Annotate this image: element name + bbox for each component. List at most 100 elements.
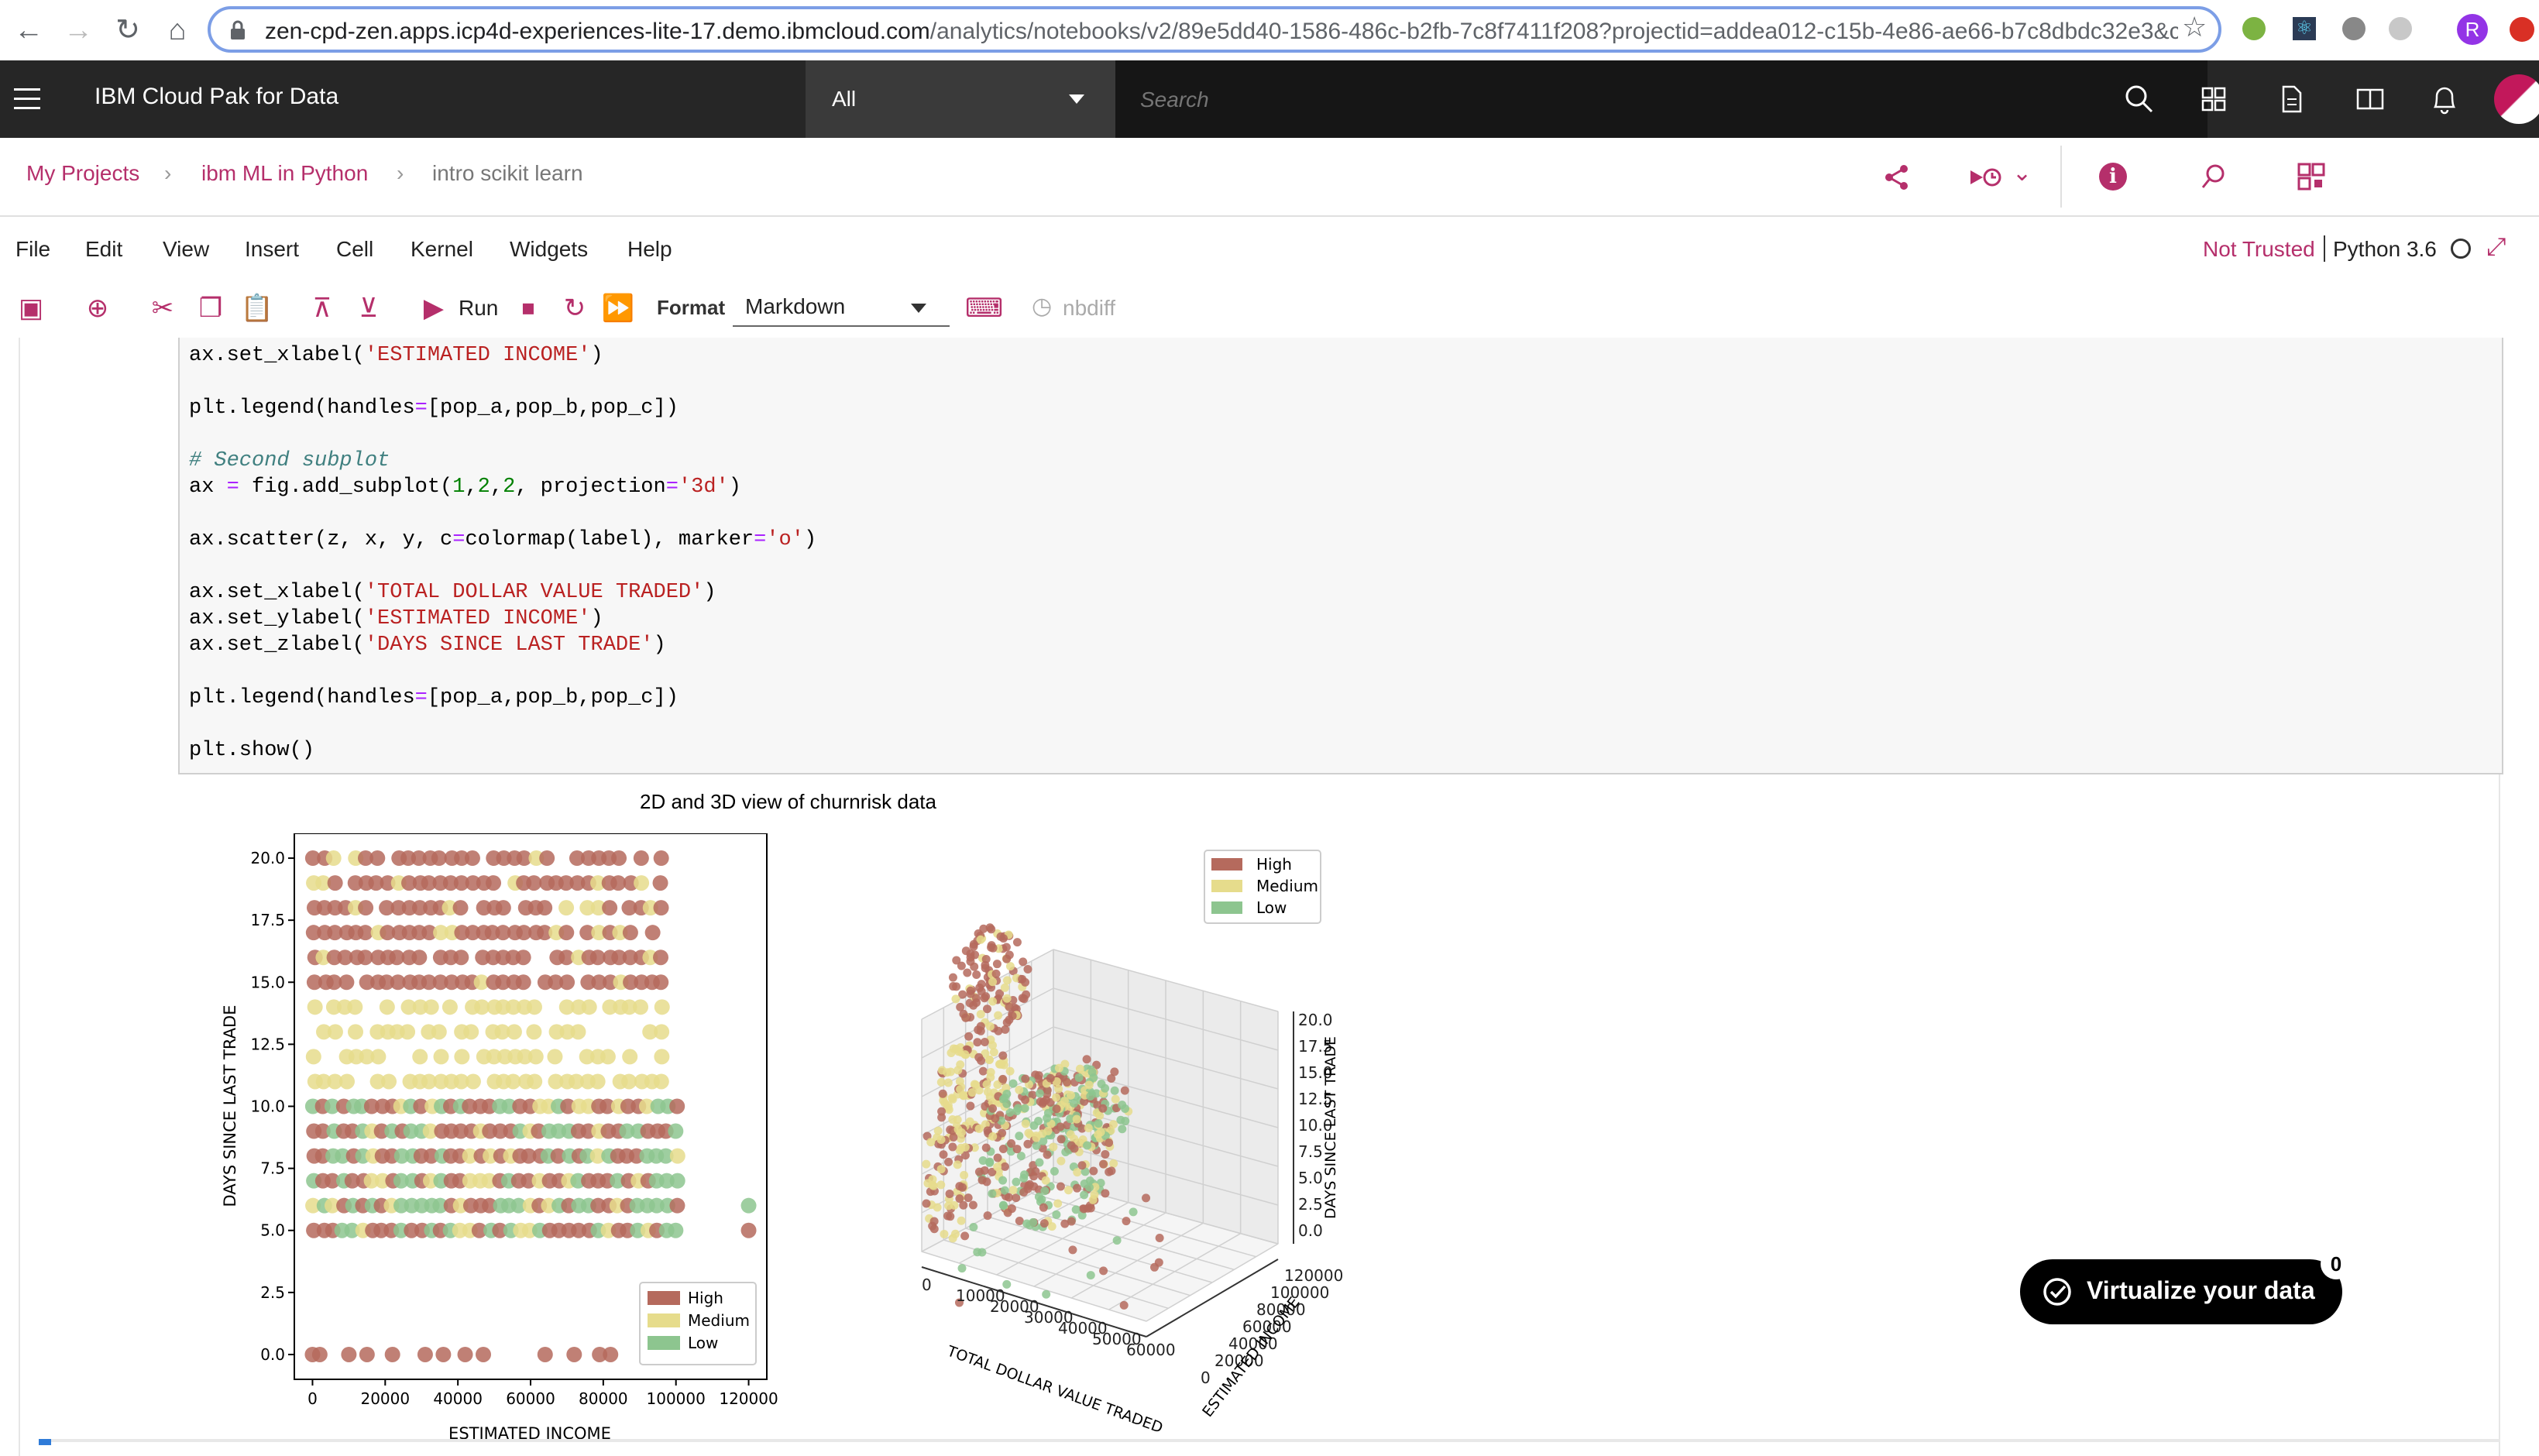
info-icon[interactable]: i <box>2099 163 2127 191</box>
code-line: ax = fig.add_subplot(1,2,2, projection='… <box>189 476 741 499</box>
notebook-menubar: File Edit View Insert Cell Kernel Widget… <box>0 217 2539 276</box>
accessibility-icon[interactable] <box>2342 17 2365 40</box>
menu-kernel[interactable]: Kernel <box>411 237 473 262</box>
divider <box>2060 146 2062 208</box>
code-line: ax.set_xlabel('TOTAL DOLLAR VALUE TRADED… <box>189 581 716 604</box>
search-input[interactable] <box>1139 84 2071 116</box>
scatter-point <box>1129 1207 1138 1217</box>
y-tick-label: 0.0 <box>260 1345 285 1364</box>
document-icon[interactable] <box>2276 84 2307 115</box>
breadcrumb-item-my-projects[interactable]: My Projects <box>26 161 139 186</box>
address-bar[interactable]: zen-cpd-zen.apps.icp4d-experiences-lite-… <box>208 6 2221 53</box>
search-icon[interactable] <box>2122 82 2156 116</box>
chevron-down-icon[interactable]: ⌄ <box>2012 160 2032 187</box>
nbdiff-button[interactable]: nbdiff <box>1063 296 1115 321</box>
scatter-point <box>963 968 972 977</box>
scatter-point <box>547 1049 563 1065</box>
restart-icon[interactable]: ↻ <box>558 291 592 325</box>
scatter-point <box>526 1024 542 1040</box>
scatter-point <box>939 1150 948 1159</box>
stop-icon[interactable]: ⏹ <box>511 291 545 325</box>
menu-file[interactable]: File <box>15 237 50 262</box>
virtualize-data-button[interactable]: Virtualize your data <box>2020 1259 2342 1324</box>
scatter-point <box>589 1073 606 1090</box>
cut-icon[interactable]: ✂ <box>146 291 180 325</box>
scatter-point <box>972 970 981 979</box>
catalog-icon[interactable] <box>2198 84 2229 115</box>
scatter-point <box>1112 1236 1122 1245</box>
scatter-point <box>1084 1123 1093 1132</box>
scatter-point <box>379 999 395 1015</box>
extension-icon[interactable] <box>2389 17 2412 40</box>
scatter-point <box>957 1216 966 1225</box>
code-line: plt.legend(handles=[pop_a,pop_b,pop_c]) <box>189 397 679 420</box>
notification-icon[interactable] <box>2429 82 2460 116</box>
scatter-point <box>1122 1217 1131 1226</box>
forward-icon[interactable]: → <box>59 11 98 50</box>
react-devtools-icon[interactable]: ⚛ <box>2293 17 2316 40</box>
scatter-point <box>951 994 960 1004</box>
scatter-point <box>1101 1189 1110 1198</box>
scatter-point <box>978 1066 988 1076</box>
scatter-point <box>495 900 511 916</box>
scatter-point <box>644 925 661 941</box>
scatter-point <box>995 1059 1005 1069</box>
reload-icon[interactable]: ↻ <box>108 11 147 50</box>
menu-widgets[interactable]: Widgets <box>510 237 588 262</box>
product-title[interactable]: IBM Cloud Pak for Data <box>94 84 338 110</box>
scatter-point <box>1105 1138 1114 1147</box>
paste-icon[interactable]: 📋 <box>240 291 274 325</box>
scatter-point <box>1155 1233 1164 1242</box>
code-cell[interactable]: ax.set_xlabel('ESTIMATED INCOME') plt.le… <box>178 338 2503 774</box>
star-icon[interactable]: ☆ <box>2182 11 2207 43</box>
update-icon[interactable] <box>2510 17 2534 42</box>
scatter-point <box>961 946 971 956</box>
search-scope-select[interactable]: All <box>806 60 1115 138</box>
cell-format-value: Markdown <box>745 294 846 318</box>
scatter-point <box>457 1346 473 1362</box>
scatter-point <box>1002 994 1012 1003</box>
run-button-label[interactable]: Run <box>459 296 498 321</box>
copy-icon[interactable]: ❐ <box>194 291 228 325</box>
home-icon[interactable]: ⌂ <box>158 11 197 50</box>
scatter-point <box>1056 1182 1065 1191</box>
scatter-point <box>1035 1089 1044 1098</box>
move-up-icon[interactable]: ⊼ <box>305 291 339 325</box>
run-icon[interactable]: ▶ <box>417 291 451 325</box>
code-token: ) <box>590 607 603 630</box>
scatter-point <box>515 974 531 991</box>
learn-icon[interactable] <box>2355 84 2386 115</box>
back-icon[interactable]: ← <box>9 11 48 50</box>
expand-icon[interactable]: ⤢ <box>2486 232 2506 262</box>
breadcrumb-item-project[interactable]: ibm ML in Python <box>201 161 368 186</box>
data-icon[interactable] <box>2296 161 2327 192</box>
move-down-icon[interactable]: ⊻ <box>352 291 386 325</box>
scatter-point <box>566 1346 582 1362</box>
search-box[interactable] <box>1115 60 2207 138</box>
cell-format-select[interactable]: Markdown <box>733 287 950 327</box>
schedule-icon[interactable] <box>2198 161 2229 192</box>
share-icon[interactable] <box>1882 163 1912 192</box>
code-number: 2 <box>503 476 516 499</box>
trust-status[interactable]: Not Trusted <box>2203 237 2315 262</box>
hamburger-menu-icon[interactable] <box>14 87 42 112</box>
save-icon[interactable]: ▣ <box>14 291 48 325</box>
scatter-point <box>558 900 575 916</box>
scatter-point <box>464 850 480 867</box>
extension-icon[interactable] <box>2242 17 2266 40</box>
scatter-point <box>1080 1179 1089 1188</box>
profile-avatar[interactable]: R <box>2457 14 2488 45</box>
scatter-point <box>988 1189 997 1198</box>
menu-edit[interactable]: Edit <box>85 237 122 262</box>
menu-cell[interactable]: Cell <box>336 237 373 262</box>
scatter-point <box>1056 1135 1066 1144</box>
menu-insert[interactable]: Insert <box>245 237 299 262</box>
menu-view[interactable]: View <box>163 237 209 262</box>
keyboard-icon[interactable]: ⌨ <box>965 291 1003 325</box>
version-history-icon[interactable] <box>1967 163 2006 192</box>
z-tick-label: 20.0 <box>1298 1011 1333 1029</box>
insert-cell-icon[interactable]: ⊕ <box>81 291 115 325</box>
menu-help[interactable]: Help <box>627 237 672 262</box>
restart-run-all-icon[interactable]: ⏩ <box>601 291 635 325</box>
user-avatar[interactable] <box>2494 74 2539 124</box>
